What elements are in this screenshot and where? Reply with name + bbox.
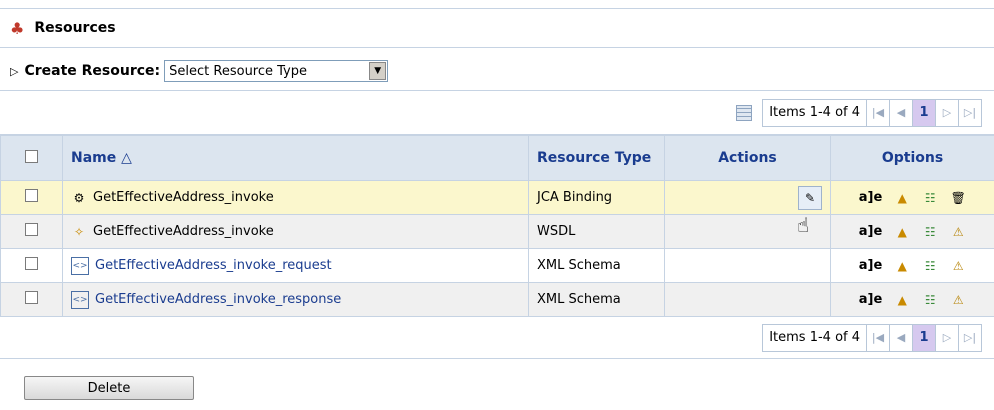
panel-title: Resources: [34, 20, 116, 36]
last-page-icon[interactable]: ▷|: [959, 100, 981, 126]
folder-move-icon[interactable]: ▲: [894, 190, 910, 206]
column-options: Options: [830, 135, 994, 181]
row-checkbox[interactable]: [25, 189, 38, 202]
row-name-cell: ⚙ GetEffectiveAddress_invoke: [62, 180, 529, 215]
row-checkbox[interactable]: [25, 223, 38, 236]
sort-ascending-icon[interactable]: △: [121, 150, 132, 166]
row-name: GetEffectiveAddress_invoke: [93, 190, 274, 205]
row-actions-cell: [664, 282, 831, 317]
xml-schema-icon: <>: [71, 290, 89, 309]
folder-move-icon[interactable]: ▲: [894, 258, 910, 274]
row-checkbox-cell: [0, 214, 63, 249]
hand-cursor-icon: ☝: [797, 213, 810, 237]
row-checkbox-cell: [0, 248, 63, 283]
table-row[interactable]: <> GetEffectiveAddress_invoke_request XML…: [0, 248, 994, 283]
expand-triangle-icon[interactable]: ▷: [10, 65, 18, 78]
xml-schema-icon: <>: [71, 256, 89, 275]
previous-page-icon[interactable]: ◀: [890, 324, 913, 351]
row-name-cell: ✧ GetEffectiveAddress_invoke: [62, 214, 529, 249]
column-actions: Actions: [664, 135, 831, 181]
copy-icon[interactable]: ☷: [922, 258, 938, 274]
row-name-cell: <> GetEffectiveAddress_invoke_request: [62, 248, 529, 283]
top-pager-row: Items 1-4 of 4 |◀ ◀ 1 ▷ ▷|: [0, 91, 994, 135]
create-resource-row: ▷ Create Resource: Select Resource Type …: [0, 52, 994, 90]
row-type-cell: XML Schema: [528, 248, 665, 283]
delete-button[interactable]: Delete: [24, 376, 194, 400]
wsdl-icon: ✧: [73, 224, 85, 239]
row-checkbox[interactable]: [25, 291, 38, 304]
folder-move-icon[interactable]: ▲: [894, 224, 910, 240]
current-page-number[interactable]: 1: [913, 324, 936, 351]
next-page-icon[interactable]: ▷: [936, 324, 959, 351]
table-layout-icon[interactable]: [736, 104, 753, 121]
edit-action-icon[interactable]: ✎: [798, 185, 822, 210]
row-actions-cell: [664, 248, 831, 283]
copy-icon[interactable]: ☷: [922, 190, 938, 206]
pager-items-text: Items 1-4 of 4: [763, 99, 867, 126]
column-resource-type[interactable]: Resource Type: [528, 135, 665, 181]
rename-icon[interactable]: a]e: [859, 190, 883, 205]
row-type-cell: XML Schema: [528, 282, 665, 317]
resources-table: Name △ Resource Type Actions Options ⚙ Ge…: [0, 135, 994, 317]
next-page-icon[interactable]: ▷: [936, 99, 959, 126]
resources-table-wrap: Items 1-4 of 4 |◀ ◀ 1 ▷ ▷| Name △ Resour…: [0, 90, 994, 359]
trash-warning-icon[interactable]: ⚠: [950, 224, 966, 240]
rename-icon[interactable]: a]e: [859, 292, 883, 307]
row-actions-cell: ✎: [664, 180, 831, 215]
row-type-cell: JCA Binding: [528, 180, 665, 215]
row-checkbox-cell: [0, 180, 63, 215]
table-header-row: Name △ Resource Type Actions Options: [0, 135, 994, 181]
copy-icon[interactable]: ☷: [922, 292, 938, 308]
row-name: GetEffectiveAddress_invoke: [93, 224, 274, 239]
row-name-link[interactable]: GetEffectiveAddress_invoke_request: [95, 258, 332, 273]
row-options-cell: a]e ▲ ☷ 🗑: [830, 180, 994, 215]
bottom-pager-row: Items 1-4 of 4 |◀ ◀ 1 ▷ ▷|: [0, 317, 994, 359]
row-name-cell: <> GetEffectiveAddress_invoke_response: [62, 282, 529, 317]
create-resource-label: Create Resource:: [24, 63, 161, 79]
trash-icon[interactable]: 🗑: [950, 190, 966, 206]
trash-warning-icon[interactable]: ⚠: [950, 258, 966, 274]
dropdown-arrow-icon[interactable]: ▼: [369, 62, 387, 80]
top-pager: Items 1-4 of 4 |◀ ◀ 1 ▷ ▷|: [762, 98, 982, 127]
row-options-cell: a]e ▲ ☷ ⚠: [830, 248, 994, 283]
jca-binding-icon: ⚙: [73, 190, 85, 205]
table-row[interactable]: <> GetEffectiveAddress_invoke_response XM…: [0, 282, 994, 317]
column-resource-type-link[interactable]: Resource Type: [537, 150, 651, 166]
rename-icon[interactable]: a]e: [859, 224, 883, 239]
resource-type-select-value: Select Resource Type: [169, 63, 308, 79]
previous-page-icon[interactable]: ◀: [890, 99, 913, 126]
current-page-number[interactable]: 1: [913, 99, 936, 126]
row-type-cell: WSDL: [528, 214, 665, 249]
copy-icon[interactable]: ☷: [922, 224, 938, 240]
row-name-link[interactable]: GetEffectiveAddress_invoke_response: [95, 292, 341, 307]
resources-icon: ♣: [10, 18, 25, 38]
row-options-cell: a]e ▲ ☷ ⚠: [830, 214, 994, 249]
select-all-checkbox[interactable]: [25, 149, 38, 163]
rename-icon[interactable]: a]e: [859, 258, 883, 273]
table-row[interactable]: ✧ GetEffectiveAddress_invoke WSDL a]e ▲ ☷ ⚠: [0, 214, 994, 249]
row-checkbox[interactable]: [25, 257, 38, 270]
column-name-link[interactable]: Name: [71, 150, 116, 166]
select-all-cell: [0, 135, 63, 181]
pager-items-text: Items 1-4 of 4: [763, 324, 867, 351]
first-page-icon[interactable]: |◀: [867, 324, 890, 351]
folder-move-icon[interactable]: ▲: [894, 292, 910, 308]
first-page-icon[interactable]: |◀: [867, 99, 890, 126]
resource-type-select[interactable]: Select Resource Type ▼: [164, 60, 389, 82]
row-options-cell: a]e ▲ ☷ ⚠: [830, 282, 994, 317]
column-name[interactable]: Name △: [62, 135, 529, 181]
row-checkbox-cell: [0, 282, 63, 317]
panel-header: ♣ Resources: [0, 8, 994, 48]
last-page-icon[interactable]: ▷|: [959, 325, 981, 351]
table-row[interactable]: ⚙ GetEffectiveAddress_invoke JCA Binding …: [0, 180, 994, 215]
trash-warning-icon[interactable]: ⚠: [950, 292, 966, 308]
bottom-pager: Items 1-4 of 4 |◀ ◀ 1 ▷ ▷|: [762, 323, 982, 352]
